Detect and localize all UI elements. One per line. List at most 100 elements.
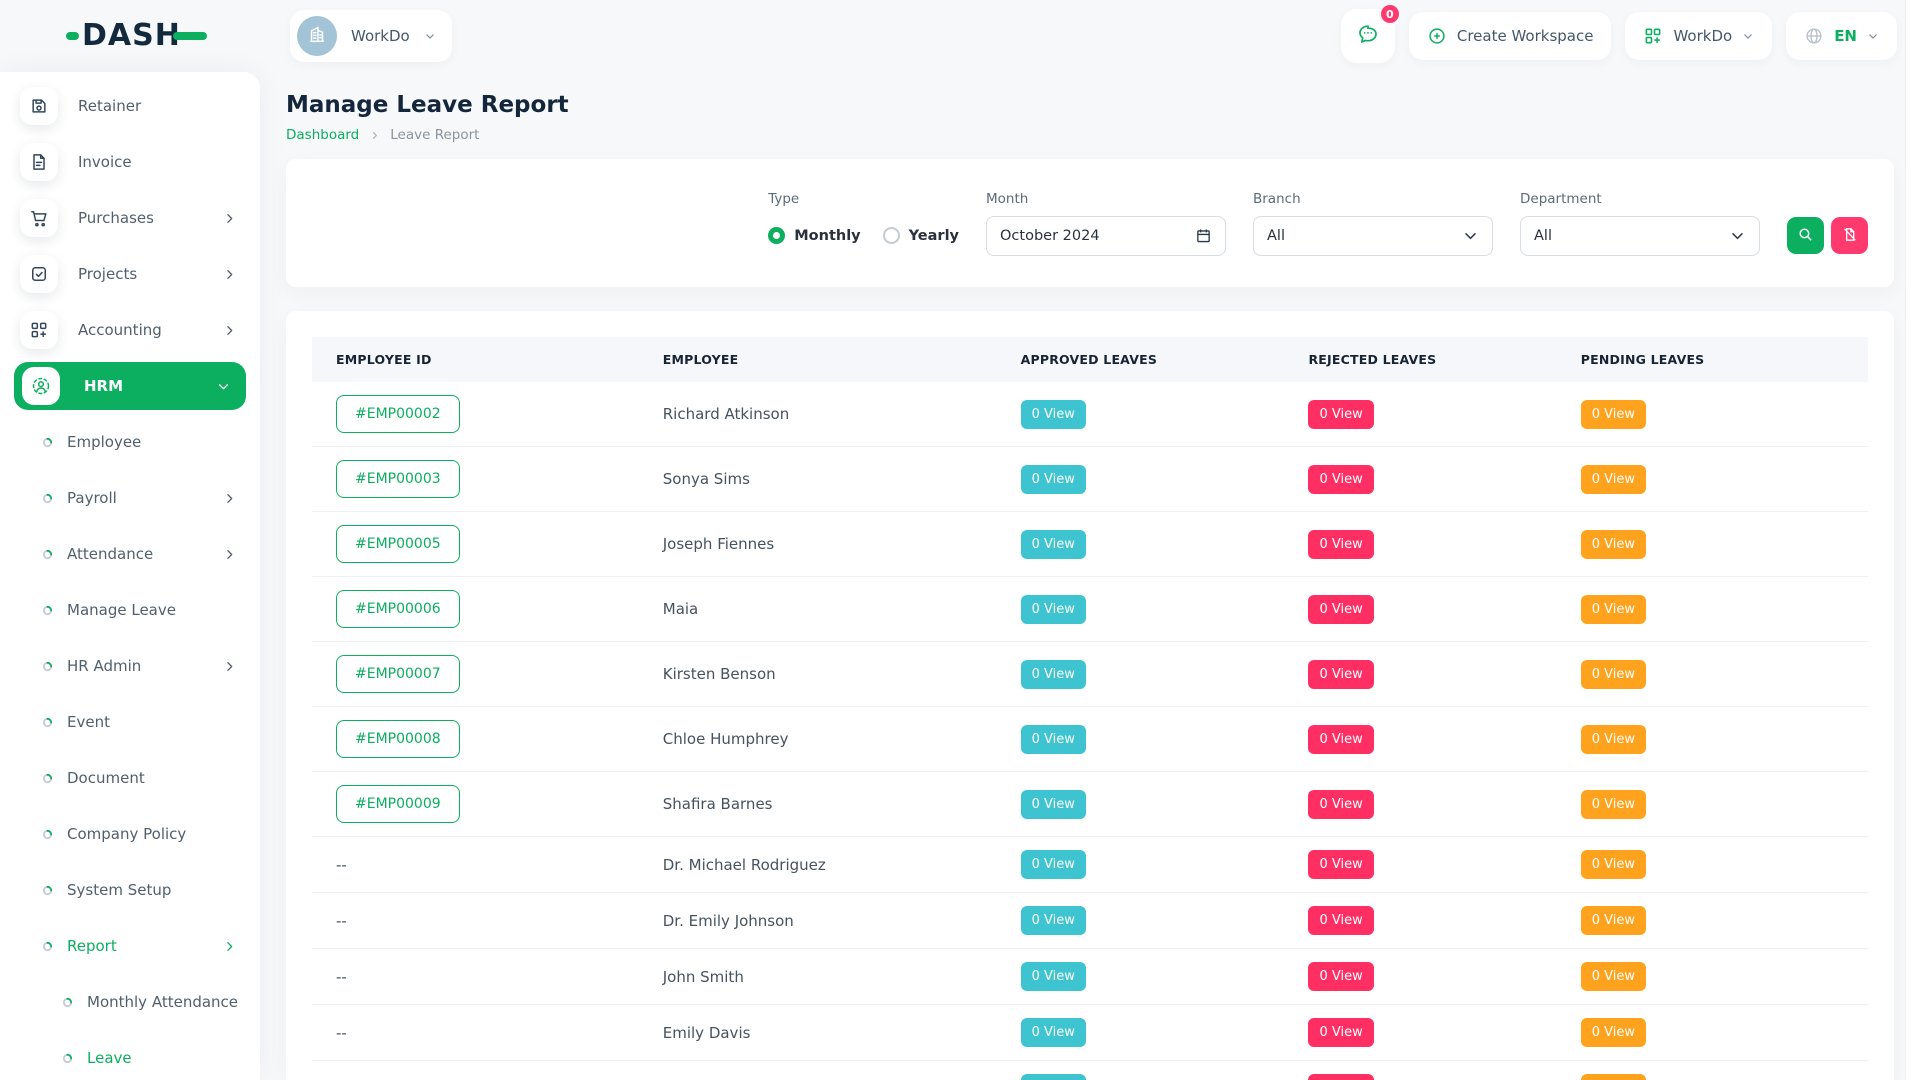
- messages-button[interactable]: 0: [1341, 9, 1395, 63]
- main-column: WorkDo 0 Create Workspace WorkDo EN: [260, 0, 1920, 1080]
- sidebar-item-monthly-attendance[interactable]: Monthly Attendance: [0, 978, 260, 1026]
- workspace-switcher[interactable]: WorkDo: [1625, 12, 1772, 60]
- approved-leaves-view-badge[interactable]: 0 View: [1021, 530, 1086, 559]
- table-row: #EMP00002 Richard Atkinson 0 View 0 View…: [312, 382, 1868, 447]
- approved-leaves-view-badge[interactable]: 0 View: [1021, 1018, 1086, 1047]
- sidebar-item-label: HR Admin: [67, 657, 209, 675]
- employee-id-chip[interactable]: #EMP00009: [336, 785, 460, 823]
- sidebar-item-label: HRM: [84, 377, 193, 395]
- approved-leaves-view-badge[interactable]: 0 View: [1021, 465, 1086, 494]
- sidebar-item-retainer[interactable]: Retainer: [0, 82, 260, 130]
- table-row: #EMP00008 Chloe Humphrey 0 View 0 View 0…: [312, 707, 1868, 772]
- pending-leaves-view-badge[interactable]: 0 View: [1581, 400, 1646, 429]
- sidebar-item-hrm[interactable]: HRM: [14, 362, 246, 410]
- branch-select[interactable]: All: [1253, 216, 1493, 256]
- rejected-leaves-view-badge[interactable]: 0 View: [1308, 725, 1373, 754]
- chat-icon: [1356, 22, 1380, 50]
- employee-name: James Brown: [639, 1061, 997, 1080]
- create-workspace-button[interactable]: Create Workspace: [1409, 12, 1612, 60]
- table-row: #EMP00003 Sonya Sims 0 View 0 View 0 Vie…: [312, 447, 1868, 512]
- sidebar-item-employee[interactable]: Employee: [0, 418, 260, 466]
- table-row: -- Dr. Michael Rodriguez 0 View 0 View 0…: [312, 837, 1868, 893]
- employee-id-chip[interactable]: #EMP00005: [336, 525, 460, 563]
- calendar-icon[interactable]: [1195, 227, 1212, 244]
- employee-id-chip[interactable]: #EMP00007: [336, 655, 460, 693]
- rejected-leaves-view-badge[interactable]: 0 View: [1308, 1074, 1373, 1080]
- reset-button[interactable]: [1831, 217, 1868, 254]
- approved-leaves-view-badge[interactable]: 0 View: [1021, 1074, 1086, 1080]
- sidebar-item-label: Event: [67, 713, 236, 731]
- rejected-leaves-view-badge[interactable]: 0 View: [1308, 530, 1373, 559]
- approved-leaves-view-badge[interactable]: 0 View: [1021, 906, 1086, 935]
- sidebar-item-payroll[interactable]: Payroll: [0, 474, 260, 522]
- employee-name: Maia: [639, 577, 997, 642]
- rejected-leaves-view-badge[interactable]: 0 View: [1308, 1018, 1373, 1047]
- employee-id-chip[interactable]: #EMP00006: [336, 590, 460, 628]
- rejected-leaves-view-badge[interactable]: 0 View: [1308, 595, 1373, 624]
- pending-leaves-view-badge[interactable]: 0 View: [1581, 530, 1646, 559]
- pending-leaves-view-badge[interactable]: 0 View: [1581, 1018, 1646, 1047]
- pending-leaves-view-badge[interactable]: 0 View: [1581, 906, 1646, 935]
- sidebar-item-document[interactable]: Document: [0, 754, 260, 802]
- type-label: Type: [768, 191, 959, 207]
- approved-leaves-view-badge[interactable]: 0 View: [1021, 660, 1086, 689]
- department-select[interactable]: All: [1520, 216, 1760, 256]
- pending-leaves-view-badge[interactable]: 0 View: [1581, 465, 1646, 494]
- pending-leaves-view-badge[interactable]: 0 View: [1581, 725, 1646, 754]
- approved-leaves-view-badge[interactable]: 0 View: [1021, 790, 1086, 819]
- rejected-leaves-view-badge[interactable]: 0 View: [1308, 850, 1373, 879]
- sidebar-item-event[interactable]: Event: [0, 698, 260, 746]
- pending-leaves-view-badge[interactable]: 0 View: [1581, 962, 1646, 991]
- approved-leaves-view-badge[interactable]: 0 View: [1021, 962, 1086, 991]
- page-scrollbar[interactable]: [1905, 0, 1920, 1080]
- pending-leaves-view-badge[interactable]: 0 View: [1581, 1074, 1646, 1080]
- sidebar-item-projects[interactable]: Projects: [0, 250, 260, 298]
- sidebar-item-purchases[interactable]: Purchases: [0, 194, 260, 242]
- chevron-right-icon: [223, 660, 236, 673]
- pending-leaves-view-badge[interactable]: 0 View: [1581, 790, 1646, 819]
- rejected-leaves-view-badge[interactable]: 0 View: [1308, 400, 1373, 429]
- search-button[interactable]: [1787, 217, 1824, 254]
- sidebar-item-hr-admin[interactable]: HR Admin: [0, 642, 260, 690]
- brand-logo[interactable]: DASH: [66, 21, 207, 51]
- logo-text: DASH: [82, 21, 181, 51]
- radio-yearly[interactable]: Yearly: [883, 227, 959, 244]
- pending-leaves-view-badge[interactable]: 0 View: [1581, 660, 1646, 689]
- employee-id-chip[interactable]: #EMP00008: [336, 720, 460, 758]
- rejected-leaves-view-badge[interactable]: 0 View: [1308, 790, 1373, 819]
- rejected-leaves-view-badge[interactable]: 0 View: [1308, 465, 1373, 494]
- pending-leaves-view-badge[interactable]: 0 View: [1581, 850, 1646, 879]
- sidebar-item-label: Accounting: [78, 321, 203, 339]
- rejected-leaves-view-badge[interactable]: 0 View: [1308, 962, 1373, 991]
- radio-monthly[interactable]: Monthly: [768, 227, 860, 244]
- rejected-leaves-view-badge[interactable]: 0 View: [1308, 660, 1373, 689]
- bullet-icon: [42, 661, 53, 672]
- sidebar-item-leave[interactable]: Leave: [0, 1034, 260, 1080]
- sidebar-item-manage-leave[interactable]: Manage Leave: [0, 586, 260, 634]
- pending-leaves-view-badge[interactable]: 0 View: [1581, 595, 1646, 624]
- sidebar-item-company-policy[interactable]: Company Policy: [0, 810, 260, 858]
- language-selector[interactable]: EN: [1786, 12, 1897, 60]
- sidebar-item-report[interactable]: Report: [0, 922, 260, 970]
- sidebar-item-label: Document: [67, 769, 236, 787]
- employee-name: Chloe Humphrey: [639, 707, 997, 772]
- sidebar-item-invoice[interactable]: Invoice: [0, 138, 260, 186]
- sidebar-item-system-setup[interactable]: System Setup: [0, 866, 260, 914]
- approved-leaves-view-badge[interactable]: 0 View: [1021, 400, 1086, 429]
- logo-accent-bar: [173, 32, 207, 40]
- approved-leaves-view-badge[interactable]: 0 View: [1021, 595, 1086, 624]
- breadcrumb-dashboard-link[interactable]: Dashboard: [286, 127, 359, 143]
- bullet-icon: [42, 493, 53, 504]
- app-root: DASH Retainer Invoice Purchases Projects Acc…: [0, 0, 1920, 1080]
- rejected-leaves-view-badge[interactable]: 0 View: [1308, 906, 1373, 935]
- approved-leaves-view-badge[interactable]: 0 View: [1021, 725, 1086, 754]
- employee-id-empty: --: [336, 968, 347, 986]
- sidebar-item-accounting[interactable]: Accounting: [0, 306, 260, 354]
- employee-id-chip[interactable]: #EMP00002: [336, 395, 460, 433]
- employee-id-chip[interactable]: #EMP00003: [336, 460, 460, 498]
- sidebar-item-attendance[interactable]: Attendance: [0, 530, 260, 578]
- month-input[interactable]: October 2024: [986, 216, 1226, 256]
- approved-leaves-view-badge[interactable]: 0 View: [1021, 850, 1086, 879]
- employee-id-empty: --: [336, 1024, 347, 1042]
- workspace-selector[interactable]: WorkDo: [290, 10, 452, 62]
